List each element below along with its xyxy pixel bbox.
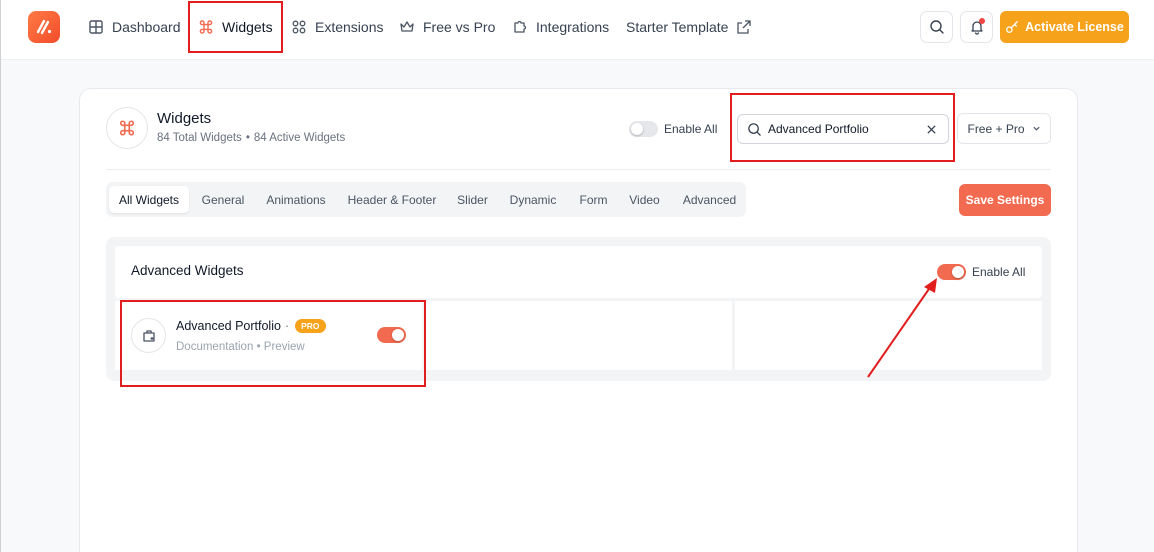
logo-icon xyxy=(36,19,52,35)
tab-header-footer[interactable]: Header & Footer xyxy=(340,186,444,213)
search-input[interactable] xyxy=(768,122,918,136)
pro-badge: PRO xyxy=(295,319,326,333)
documentation-link[interactable]: Documentation xyxy=(176,341,253,353)
plan-filter-label: Free + Pro xyxy=(967,121,1025,136)
widget-title: Advanced Portfolio · PRO xyxy=(176,319,326,333)
nav-free-vs-pro-label: Free vs Pro xyxy=(423,19,496,35)
top-navbar: Dashboard Widgets Extensions Free vs Pro… xyxy=(1,0,1154,60)
crown-icon xyxy=(400,21,414,32)
widget-enable-toggle[interactable] xyxy=(377,327,406,343)
save-settings-button[interactable]: Save Settings xyxy=(959,184,1051,216)
tab-form[interactable]: Form xyxy=(575,186,612,213)
active-widgets-count: 84 Active Widgets xyxy=(253,132,346,144)
nav-free-vs-pro[interactable]: Free vs Pro xyxy=(399,16,495,38)
tab-slider[interactable]: Slider xyxy=(451,186,494,213)
extensions-icon xyxy=(292,20,306,34)
notification-dot xyxy=(979,18,985,24)
portfolio-icon xyxy=(142,329,155,342)
nav-starter-template-label: Starter Template xyxy=(626,19,729,35)
nav-extensions-label: Extensions xyxy=(315,19,384,35)
global-enable-all-toggle[interactable] xyxy=(629,121,658,137)
nav-extensions[interactable]: Extensions xyxy=(291,16,383,38)
preview-link[interactable]: Preview xyxy=(264,341,305,353)
tab-all-widgets[interactable]: All Widgets xyxy=(109,186,189,213)
widget-links: Documentation • Preview xyxy=(176,341,305,353)
section-title: Advanced Widgets xyxy=(131,263,244,278)
global-enable-all-label: Enable All xyxy=(664,122,718,136)
widget-card-empty xyxy=(735,301,1042,370)
clear-search-icon[interactable] xyxy=(926,124,937,135)
nav-dashboard[interactable]: Dashboard xyxy=(88,16,181,38)
external-link-icon xyxy=(737,20,752,34)
notifications-button[interactable] xyxy=(960,11,993,43)
chevron-down-icon xyxy=(1032,126,1040,131)
widgets-header-icon xyxy=(106,107,148,149)
widget-icon-wrap xyxy=(131,318,166,353)
widget-name-separator: · xyxy=(284,319,290,333)
tab-advanced[interactable]: Advanced xyxy=(677,186,742,213)
total-widgets-count: 84 Total Widgets xyxy=(157,132,242,144)
tab-animations[interactable]: Animations xyxy=(259,186,333,213)
tab-dynamic[interactable]: Dynamic xyxy=(504,186,562,213)
nav-widgets[interactable]: Widgets xyxy=(198,16,273,38)
nav-widgets-label: Widgets xyxy=(222,19,273,35)
category-tabs: All Widgets General Animations Header & … xyxy=(106,182,746,217)
key-icon xyxy=(1006,21,1019,33)
nav-starter-template[interactable]: Starter Template xyxy=(626,16,752,38)
nav-integrations[interactable]: Integrations xyxy=(512,16,609,38)
page-title: Widgets xyxy=(157,110,212,127)
activate-license-label: Activate License xyxy=(1025,20,1124,34)
grid-icon xyxy=(89,20,103,34)
section-header xyxy=(115,246,1042,298)
section-enable-all-toggle[interactable] xyxy=(937,264,966,280)
activate-license-button[interactable]: Activate License xyxy=(1000,11,1129,43)
search-icon xyxy=(748,122,761,136)
widget-name: Advanced Portfolio xyxy=(176,319,281,333)
search-icon xyxy=(929,20,944,34)
section-enable-all-label: Enable All xyxy=(972,265,1026,279)
app-logo[interactable] xyxy=(28,11,60,43)
header-divider xyxy=(106,169,1051,170)
nav-dashboard-label: Dashboard xyxy=(112,19,181,35)
puzzle-icon xyxy=(514,20,527,33)
link-separator: • xyxy=(256,341,261,353)
search-button[interactable] xyxy=(920,11,953,43)
command-icon xyxy=(199,20,213,34)
command-icon xyxy=(119,120,135,136)
tab-video[interactable]: Video xyxy=(624,186,665,213)
tab-general[interactable]: General xyxy=(194,186,252,213)
widgets-stats: 84 Total Widgets • 84 Active Widgets xyxy=(157,132,346,144)
widget-card-empty xyxy=(425,301,732,370)
nav-integrations-label: Integrations xyxy=(536,19,610,35)
widget-search[interactable] xyxy=(737,114,949,144)
plan-filter-dropdown[interactable]: Free + Pro xyxy=(957,113,1051,144)
